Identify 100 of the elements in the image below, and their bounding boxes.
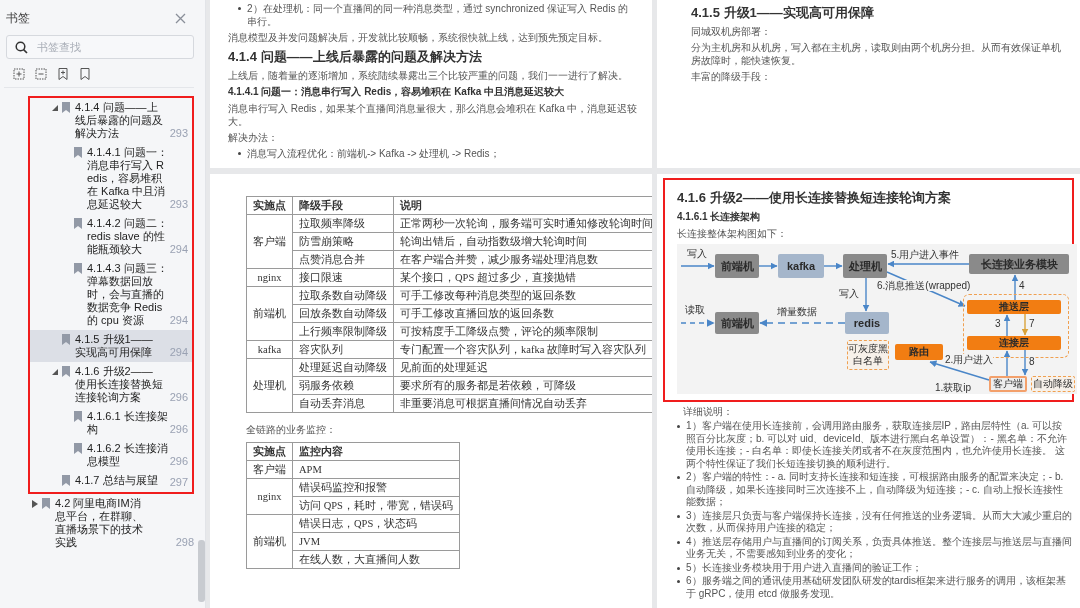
diagram-node: kafka [778, 254, 824, 278]
bookmark-icon [62, 102, 70, 113]
bullet-icon [238, 7, 241, 10]
list-item-text: 消息写入流程优化：前端机-> Kafka -> 处理机 -> Redis； [247, 147, 500, 160]
table-cell: 前端机 [246, 514, 293, 569]
bookmark-icon [74, 443, 82, 454]
section-heading: 4.1.5 升级1——实现高可用保障 [691, 4, 875, 22]
table-cell: JVM [292, 532, 460, 551]
bullet-icon [238, 152, 241, 155]
section-heading: 4.1.6 升级2——使用长连接替换短连接轮询方案 [677, 189, 952, 207]
arrow [823, 262, 843, 270]
paragraph: 消息串行写入 Redis，如果某个直播间消息量很大，那么消息会堆积在 Kafka 中，消息延迟较大。 [228, 102, 638, 128]
paragraph: 解决办法： [228, 131, 279, 144]
bookmark-item[interactable]: 4.1.4 问题——上线后暴露的问题及解决方法 293 [30, 98, 192, 143]
column-header: 说明 [393, 196, 652, 215]
diagram-node: 前端机 [715, 312, 759, 334]
paragraph: 上线后，随着量的逐渐增加，系统陆续暴露出三个比较严重的问题，我们一一进行了解决。 [228, 69, 629, 82]
bookmark-icon [42, 498, 50, 509]
search-field[interactable]: 书签查找 [6, 35, 194, 59]
table-cell: 弱服务依赖 [292, 376, 394, 395]
bookmark-plus-icon[interactable] [56, 67, 70, 81]
diagram-node: 长连接业务模块 [969, 254, 1069, 274]
table-cell: 容灾队列 [292, 340, 394, 359]
edge-label: 5.用户进入事件 [891, 249, 960, 260]
diagram-node: 客户端 [989, 376, 1027, 392]
edge-label: 增量数据 [777, 306, 817, 317]
column-header: 监控内容 [292, 442, 460, 461]
column-header: 实施点 [246, 196, 293, 215]
paragraph: 同城双机房部署： [691, 25, 772, 38]
diagram-node: 推送层 [967, 300, 1061, 314]
edge-label: 7 [1029, 318, 1035, 329]
table-cell: 回放条数自动降级 [292, 304, 394, 323]
table-cell: 客户端 [246, 214, 293, 269]
edge-label: 写入 [839, 288, 859, 299]
arrow [1021, 349, 1029, 376]
table-cell: 错误码监控和报警 [292, 478, 460, 497]
arrow [1021, 313, 1029, 336]
table-cell: 前端机 [246, 286, 293, 341]
table-cell: 拉取条数自动降级 [292, 286, 394, 305]
bullet-icon [677, 476, 680, 479]
edge-label: 写入 [687, 248, 707, 259]
table-cell: 在线人数，大直播间人数 [292, 550, 460, 569]
section-heading: 4.1.4 问题——上线后暴露的问题及解决方法 [228, 48, 483, 66]
close-button[interactable] [173, 11, 188, 26]
arrow [680, 319, 715, 327]
bookmark-item[interactable]: 4.1.7 总结与展望 297 [30, 471, 192, 492]
edge-label: 6.消息推送(wrapped) [877, 280, 971, 291]
bookmark-item[interactable]: 4.1.5 升级1——实现高可用保障 294 [30, 330, 192, 362]
table-cell: 接口限速 [292, 268, 394, 287]
bookmark-icon [74, 218, 82, 229]
list-item-text: 2）在处理机：同一个直播间的同一种消息类型，通过 synchronized 保证写入 Redis 的串行。 [247, 2, 630, 28]
paragraph: 分为主机房和从机房，写入都在主机房，读取则由两个机房分担。从而有效保证单机房故障时，能快速恢复。 [691, 41, 1062, 67]
table-cell: 拉取频率降级 [292, 214, 394, 233]
table-cell: 处理延迟自动降级 [292, 358, 394, 377]
diagram-node: 可灰度黑白名单 [847, 340, 889, 370]
paragraph: 消息模型及并发问题解决后，开发就比较顺畅，系统很快就上线，达到预先预定目标。 [228, 31, 609, 44]
bookmark-icon [74, 263, 82, 274]
search-icon [15, 41, 28, 54]
table-cell: nginx [246, 268, 293, 287]
collapsed-caret-icon[interactable] [32, 499, 38, 508]
arrow [1011, 274, 1019, 301]
panel-title: 书签 [6, 10, 30, 27]
diagram-node: 路由 [895, 344, 943, 360]
arrow [862, 277, 870, 312]
bookmark-item[interactable]: 4.2 阿里电商IM消息平台，在群聊、直播场景下的技术实践 298 [0, 494, 198, 552]
bookmark-icon [62, 475, 70, 486]
bookmark-item[interactable]: 4.1.6.2 长连接消息模型 296 [30, 439, 192, 471]
diagram-node: 连接层 [967, 336, 1061, 350]
bullet-icon [677, 514, 680, 518]
expanded-caret-icon[interactable] [52, 104, 58, 111]
edge-label: 读取 [685, 304, 705, 315]
list-item-text: 6）服务端之间的通讯使用基础研发团队研发的tardis框架来进行服务的调用，该框架基于 gRPC，使用 etcd 做服务发现。 [686, 575, 1067, 600]
bookmark-item[interactable]: 4.1.6 升级2——使用长连接替换短连接轮询方案 296 [30, 362, 192, 407]
bookmark-item[interactable]: 4.1.4.3 问题三：弹幕数据回放时，会与直播的数据竞争 Redis 的 cpu 资源 294 [30, 259, 192, 330]
list-item-text: 4）推送层存储用户与直播间的订阅关系，负责具体推送。整个连接层与推送层与直播间业务无关，不需要感知到业务的变化； [686, 535, 1072, 561]
table-cell: 访问 QPS，耗时，带宽，错误码 [292, 496, 460, 515]
subsection-heading: 4.1.4.1 问题一：消息串行写入 Redis，容易堆积在 Kafka 中且消息延迟较大 [228, 85, 566, 99]
scrollbar-thumb[interactable] [198, 540, 205, 602]
expanded-caret-icon[interactable] [52, 368, 58, 375]
bookmark-item[interactable]: 4.1.6.1 长连接架构 296 [30, 407, 192, 439]
table-cell: 点赞消息合并 [292, 250, 394, 269]
bookmark-item[interactable]: 4.1.4.1 问题一：消息串行写入 Redis，容易堆积在 Kafka 中且消息延迟较大 293 [30, 143, 192, 214]
bookmark-icon [74, 147, 82, 158]
arrow [758, 262, 778, 270]
bullet-icon [677, 540, 680, 544]
table-cell: 防雪崩策略 [292, 232, 394, 251]
paragraph: 丰富的降级手段： [691, 70, 772, 83]
table-cell: kafka [246, 340, 293, 359]
table-cell: nginx [246, 478, 293, 515]
list-item-text: 3）连接层只负责与客户端保持长连接，没有任何推送的业务逻辑。从而大大减少重启的次数，从而保持用户连接的稳定； [686, 509, 1072, 535]
bookmark-item[interactable]: 4.1.4.2 问题二：redis slave 的性能瓶颈较大 294 [30, 214, 192, 259]
table-cell: 错误日志，QPS，状态码 [292, 514, 460, 533]
edge-label: 2.用户进入 [945, 354, 994, 365]
bookmark-icon[interactable] [78, 67, 92, 81]
list-item-text: 2）客户端的特性：- a. 同时支持长连接和短连接，可根据路由服务的配置来决定；- b. 自动降级，如果长连接同时三次连接不上，自动降级为短连接；- c. 自动上报长连接性能数据； [686, 471, 1065, 509]
paragraph: 长连接整体架构图如下： [677, 227, 788, 240]
edge-label: 8 [1029, 356, 1035, 367]
edge-label: 3 [995, 318, 1001, 329]
subsection-heading: 4.1.6.1 长连接架构 [677, 210, 762, 224]
bullet-icon [677, 580, 680, 583]
